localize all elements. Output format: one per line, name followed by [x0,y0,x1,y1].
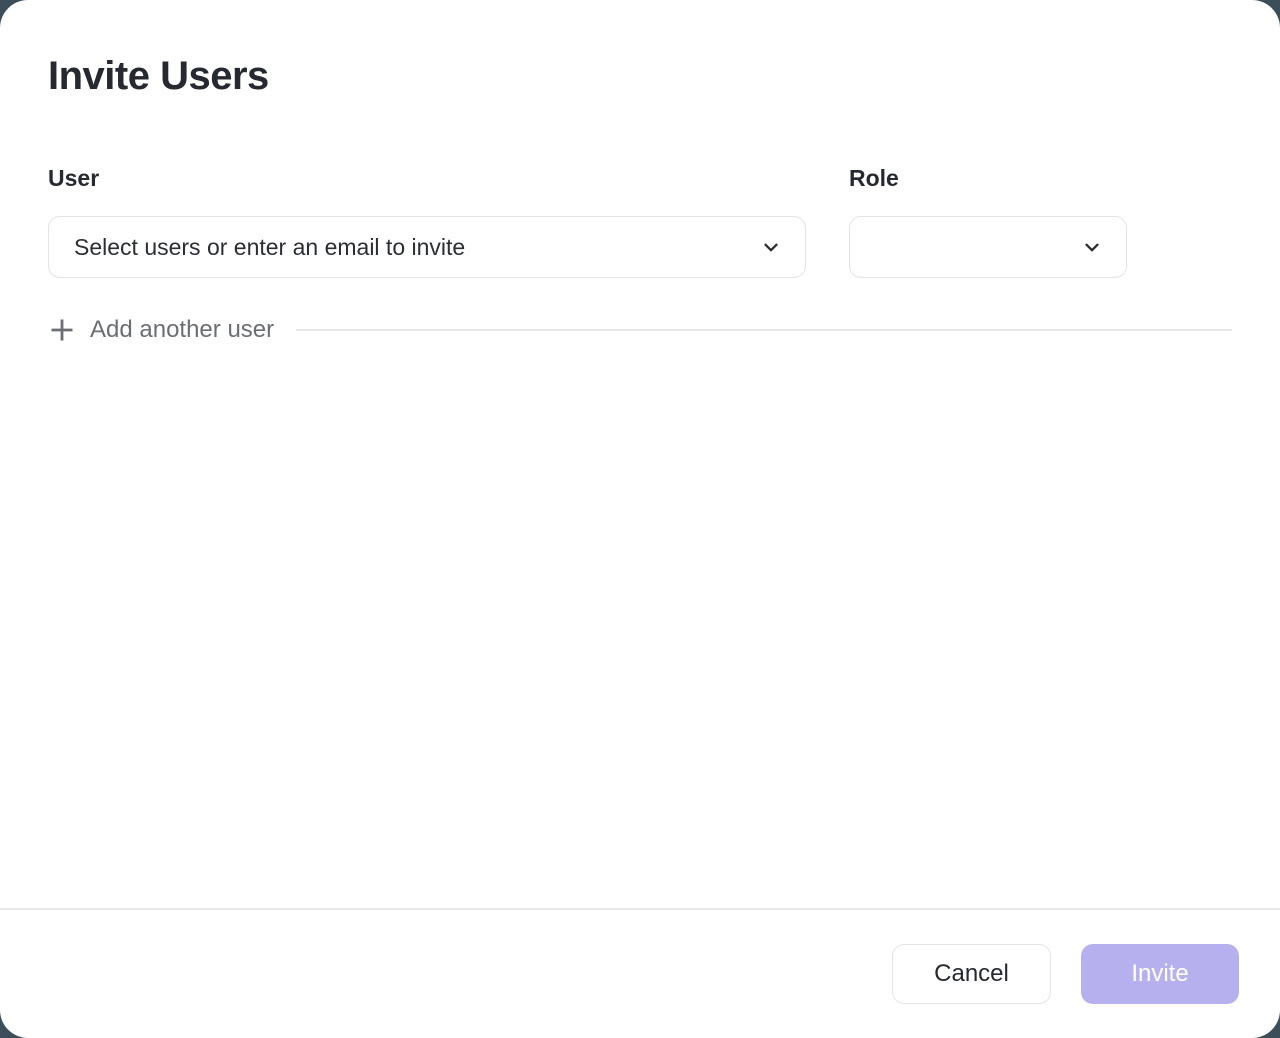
add-another-user-row: Add another user [48,316,1232,344]
user-select[interactable]: Select users or enter an email to invite [48,216,806,278]
page-backdrop: Invite Users User Select users or enter … [0,0,1280,1038]
chevron-down-icon [1080,235,1104,259]
add-another-user-label: Add another user [90,316,274,344]
user-select-placeholder: Select users or enter an email to invite [74,234,759,261]
user-field-label: User [48,164,806,192]
modal-title: Invite Users [48,52,1232,100]
user-field: User Select users or enter an email to i… [48,164,806,278]
modal-body: Invite Users User Select users or enter … [0,0,1280,908]
role-select[interactable] [849,216,1127,278]
chevron-down-icon [759,235,783,259]
plus-icon [48,316,76,344]
invite-button[interactable]: Invite [1081,944,1239,1004]
role-field-label: Role [849,164,1127,192]
add-another-user-button[interactable]: Add another user [48,316,274,344]
add-row-divider [296,329,1232,331]
invite-form-row: User Select users or enter an email to i… [48,164,1232,278]
modal-footer: Cancel Invite [0,910,1280,1038]
invite-users-modal: Invite Users User Select users or enter … [0,0,1280,1038]
cancel-button[interactable]: Cancel [892,944,1051,1004]
role-field: Role [849,164,1127,278]
empty-content-area [48,344,1232,908]
